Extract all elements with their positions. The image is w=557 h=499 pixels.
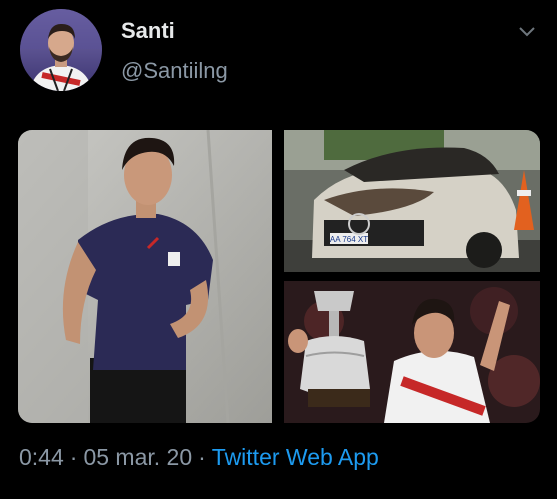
avatar[interactable] xyxy=(20,9,102,91)
license-plate: AA 764 XT xyxy=(330,235,368,244)
media-photo-1[interactable] xyxy=(18,130,272,423)
author-handle[interactable]: @Santiilng xyxy=(121,58,228,84)
meta-separator: · xyxy=(69,444,78,470)
meta-separator-2: · xyxy=(198,444,206,470)
media-photo-2[interactable]: AA 764 XT xyxy=(284,130,540,272)
author-name[interactable]: Santi xyxy=(121,18,175,44)
media-photo-3[interactable] xyxy=(284,281,540,423)
tweet-time[interactable]: 0:44 xyxy=(19,444,64,470)
tweet-meta: 0:44 · 05 mar. 20 · Twitter Web App xyxy=(19,444,379,471)
tweet-source-link[interactable]: Twitter Web App xyxy=(212,444,379,470)
chevron-down-icon[interactable] xyxy=(516,20,538,42)
tweet-date[interactable]: 05 mar. 20 xyxy=(83,444,192,470)
